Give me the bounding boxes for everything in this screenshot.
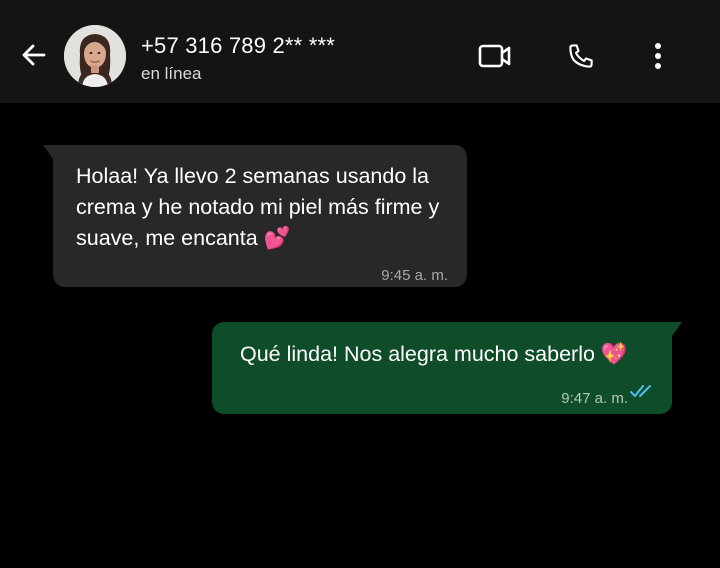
phone-call-icon [569, 44, 593, 68]
back-button[interactable] [16, 38, 50, 72]
outgoing-message[interactable]: Qué linda! Nos alegra mucho saberlo 💖 9:… [212, 322, 672, 414]
contact-name[interactable]: +57 316 789 2** *** [141, 33, 335, 59]
avatar[interactable] [64, 25, 126, 87]
video-call-button[interactable] [475, 36, 515, 76]
chat-header: +57 316 789 2** *** en línea [0, 0, 720, 103]
outgoing-bubble-tail [672, 322, 682, 336]
contact-status: en línea [141, 64, 202, 83]
message-time: 9:45 a. m. [381, 267, 448, 284]
more-options-button[interactable] [638, 36, 678, 76]
incoming-bubble-tail [43, 145, 53, 159]
back-arrow-icon [22, 44, 46, 66]
more-options-icon [655, 43, 661, 69]
incoming-message[interactable]: Holaa! Ya llevo 2 semanas usando la crem… [53, 145, 467, 287]
video-call-icon [478, 44, 511, 68]
double-check-read-icon [630, 385, 651, 397]
message-text: Holaa! Ya llevo 2 semanas usando la crem… [76, 164, 440, 250]
voice-call-button[interactable] [561, 36, 601, 76]
message-text: Qué linda! Nos alegra mucho saberlo 💖 [240, 342, 628, 366]
message-time: 9:47 a. m. [561, 390, 628, 407]
